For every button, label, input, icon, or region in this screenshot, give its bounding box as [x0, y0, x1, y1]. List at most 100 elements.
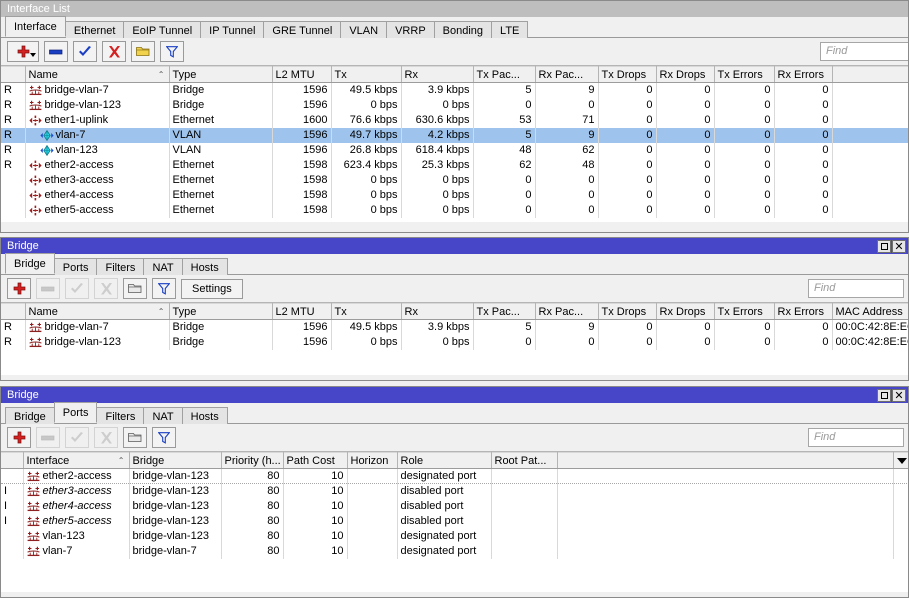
- tab-gre-tunnel[interactable]: GRE Tunnel: [263, 21, 341, 39]
- col-type[interactable]: Type: [169, 67, 272, 83]
- col-name[interactable]: Name⌃: [25, 67, 169, 83]
- table-row[interactable]: Rvlan-123VLAN159626.8 kbps618.4 kbps4862…: [1, 143, 908, 158]
- col-flags[interactable]: [1, 453, 23, 469]
- tab-eoip-tunnel[interactable]: EoIP Tunnel: [123, 21, 201, 39]
- col-root-path[interactable]: Root Pat...: [491, 453, 557, 469]
- filter-button[interactable]: [160, 41, 184, 62]
- col-flags[interactable]: [1, 67, 25, 83]
- table-row[interactable]: vlan-7bridge-vlan-78010designated port: [1, 544, 908, 559]
- table-row[interactable]: ether5-accessEthernet15980 bps0 bps00000…: [1, 203, 908, 218]
- table-row[interactable]: Rbridge-vlan-123Bridge15960 bps0 bps0000…: [1, 98, 908, 113]
- add-button[interactable]: [7, 41, 39, 62]
- table-row[interactable]: vlan-123bridge-vlan-1238010designated po…: [1, 529, 908, 544]
- tab-filters[interactable]: Filters: [96, 258, 144, 276]
- enable-button[interactable]: [73, 41, 97, 62]
- disable-button[interactable]: [94, 427, 118, 448]
- col-rx-packets[interactable]: Rx Pac...: [535, 67, 598, 83]
- col-tx-packets[interactable]: Tx Pac...: [473, 304, 535, 320]
- bridge-table[interactable]: Name⌃ Type L2 MTU Tx Rx Tx Pac... Rx Pac…: [1, 303, 908, 375]
- tab-bonding[interactable]: Bonding: [434, 21, 492, 39]
- table-row[interactable]: Iether4-accessbridge-vlan-1238010disable…: [1, 499, 908, 514]
- col-rx-drops[interactable]: Rx Drops: [656, 67, 714, 83]
- bridge-ports-table[interactable]: Interface⌃ Bridge Priority (h... Path Co…: [1, 452, 908, 592]
- table-row[interactable]: Rether2-accessEthernet1598623.4 kbps25.3…: [1, 158, 908, 173]
- bridge-ports-tabstrip[interactable]: Bridge Ports Filters NAT Hosts: [1, 403, 908, 424]
- interface-list-tabstrip[interactable]: Interface Ethernet EoIP Tunnel IP Tunnel…: [1, 17, 908, 38]
- tab-nat[interactable]: NAT: [143, 407, 182, 425]
- tab-hosts[interactable]: Hosts: [182, 258, 228, 276]
- bridge-titlebar[interactable]: Bridge ✕: [1, 238, 908, 254]
- table-row[interactable]: Rbridge-vlan-123Bridge15960 bps0 bps0000…: [1, 335, 908, 350]
- maximize-button[interactable]: [877, 389, 891, 402]
- col-l2mtu[interactable]: L2 MTU: [272, 67, 331, 83]
- bridge-toolbar[interactable]: Settings Find: [1, 275, 908, 303]
- interface-list-window[interactable]: Interface List Interface Ethernet EoIP T…: [0, 0, 909, 233]
- col-bridge[interactable]: Bridge: [129, 453, 221, 469]
- bridge-ports-window[interactable]: Bridge ✕ Bridge Ports Filters NAT Hosts: [0, 386, 909, 598]
- col-role[interactable]: Role: [397, 453, 491, 469]
- filter-button[interactable]: [152, 427, 176, 448]
- col-rx-errors[interactable]: Rx Errors: [774, 304, 832, 320]
- table-row[interactable]: Iether3-accessbridge-vlan-1238010disable…: [1, 484, 908, 499]
- add-dropdown-caret-icon[interactable]: [30, 53, 36, 57]
- col-tx-drops[interactable]: Tx Drops: [598, 304, 656, 320]
- settings-button[interactable]: Settings: [181, 279, 243, 299]
- col-rx-errors[interactable]: Rx Errors: [774, 67, 832, 83]
- enable-button[interactable]: [65, 278, 89, 299]
- remove-button[interactable]: [36, 278, 60, 299]
- find-input[interactable]: Find: [808, 428, 904, 447]
- tab-lte[interactable]: LTE: [491, 21, 528, 39]
- add-button[interactable]: [7, 427, 31, 448]
- col-tx-packets[interactable]: Tx Pac...: [473, 67, 535, 83]
- interface-list-table[interactable]: Name⌃ Type L2 MTU Tx Rx Tx Pac... Rx Pac…: [1, 66, 908, 222]
- tab-ethernet[interactable]: Ethernet: [65, 21, 125, 39]
- bridge-ports-toolbar[interactable]: Find: [1, 424, 908, 452]
- column-menu-button[interactable]: [894, 453, 909, 469]
- col-priority[interactable]: Priority (h...: [221, 453, 283, 469]
- add-button[interactable]: [7, 278, 31, 299]
- find-input[interactable]: Find: [820, 42, 909, 61]
- col-mac-address[interactable]: MAC Address: [832, 304, 908, 320]
- table-row[interactable]: Iether5-accessbridge-vlan-1238010disable…: [1, 514, 908, 529]
- disable-button[interactable]: [94, 278, 118, 299]
- col-l2mtu[interactable]: L2 MTU: [272, 304, 331, 320]
- close-button[interactable]: ✕: [892, 389, 906, 402]
- col-tx[interactable]: Tx: [331, 67, 401, 83]
- table-header-row[interactable]: Name⌃ Type L2 MTU Tx Rx Tx Pac... Rx Pac…: [1, 304, 908, 320]
- col-tx[interactable]: Tx: [331, 304, 401, 320]
- tab-bridge[interactable]: Bridge: [5, 253, 55, 274]
- col-rx[interactable]: Rx: [401, 304, 473, 320]
- table-row[interactable]: Rether1-uplinkEthernet160076.6 kbps630.6…: [1, 113, 908, 128]
- bridge-ports-titlebar[interactable]: Bridge ✕: [1, 387, 908, 403]
- table-row[interactable]: Rbridge-vlan-7Bridge159649.5 kbps3.9 kbp…: [1, 320, 908, 335]
- tab-interface[interactable]: Interface: [5, 16, 66, 37]
- tab-hosts[interactable]: Hosts: [182, 407, 228, 425]
- col-rx-packets[interactable]: Rx Pac...: [535, 304, 598, 320]
- interface-list-titlebar[interactable]: Interface List: [1, 1, 908, 17]
- tab-bridge[interactable]: Bridge: [5, 407, 55, 425]
- enable-button[interactable]: [65, 427, 89, 448]
- comment-button[interactable]: [123, 278, 147, 299]
- tab-ports[interactable]: Ports: [54, 258, 98, 276]
- remove-button[interactable]: [44, 41, 68, 62]
- col-rx[interactable]: Rx: [401, 67, 473, 83]
- table-row[interactable]: ether4-accessEthernet15980 bps0 bps00000…: [1, 188, 908, 203]
- table-row[interactable]: ether3-accessEthernet15980 bps0 bps00000…: [1, 173, 908, 188]
- interface-list-toolbar[interactable]: Find: [1, 38, 908, 66]
- col-interface[interactable]: Interface⌃: [23, 453, 129, 469]
- col-path-cost[interactable]: Path Cost: [283, 453, 347, 469]
- table-row[interactable]: ether2-accessbridge-vlan-1238010designat…: [1, 469, 908, 484]
- table-header-row[interactable]: Interface⌃ Bridge Priority (h... Path Co…: [1, 453, 908, 469]
- comment-button[interactable]: [123, 427, 147, 448]
- table-row[interactable]: Rvlan-7VLAN159649.7 kbps4.2 kbps590000: [1, 128, 908, 143]
- remove-button[interactable]: [36, 427, 60, 448]
- col-rx-drops[interactable]: Rx Drops: [656, 304, 714, 320]
- table-row[interactable]: Rbridge-vlan-7Bridge159649.5 kbps3.9 kbp…: [1, 83, 908, 98]
- comment-button[interactable]: [131, 41, 155, 62]
- tab-ports[interactable]: Ports: [54, 402, 98, 423]
- tab-vrrp[interactable]: VRRP: [386, 21, 435, 39]
- col-flags[interactable]: [1, 304, 25, 320]
- disable-button[interactable]: [102, 41, 126, 62]
- col-tx-drops[interactable]: Tx Drops: [598, 67, 656, 83]
- filter-button[interactable]: [152, 278, 176, 299]
